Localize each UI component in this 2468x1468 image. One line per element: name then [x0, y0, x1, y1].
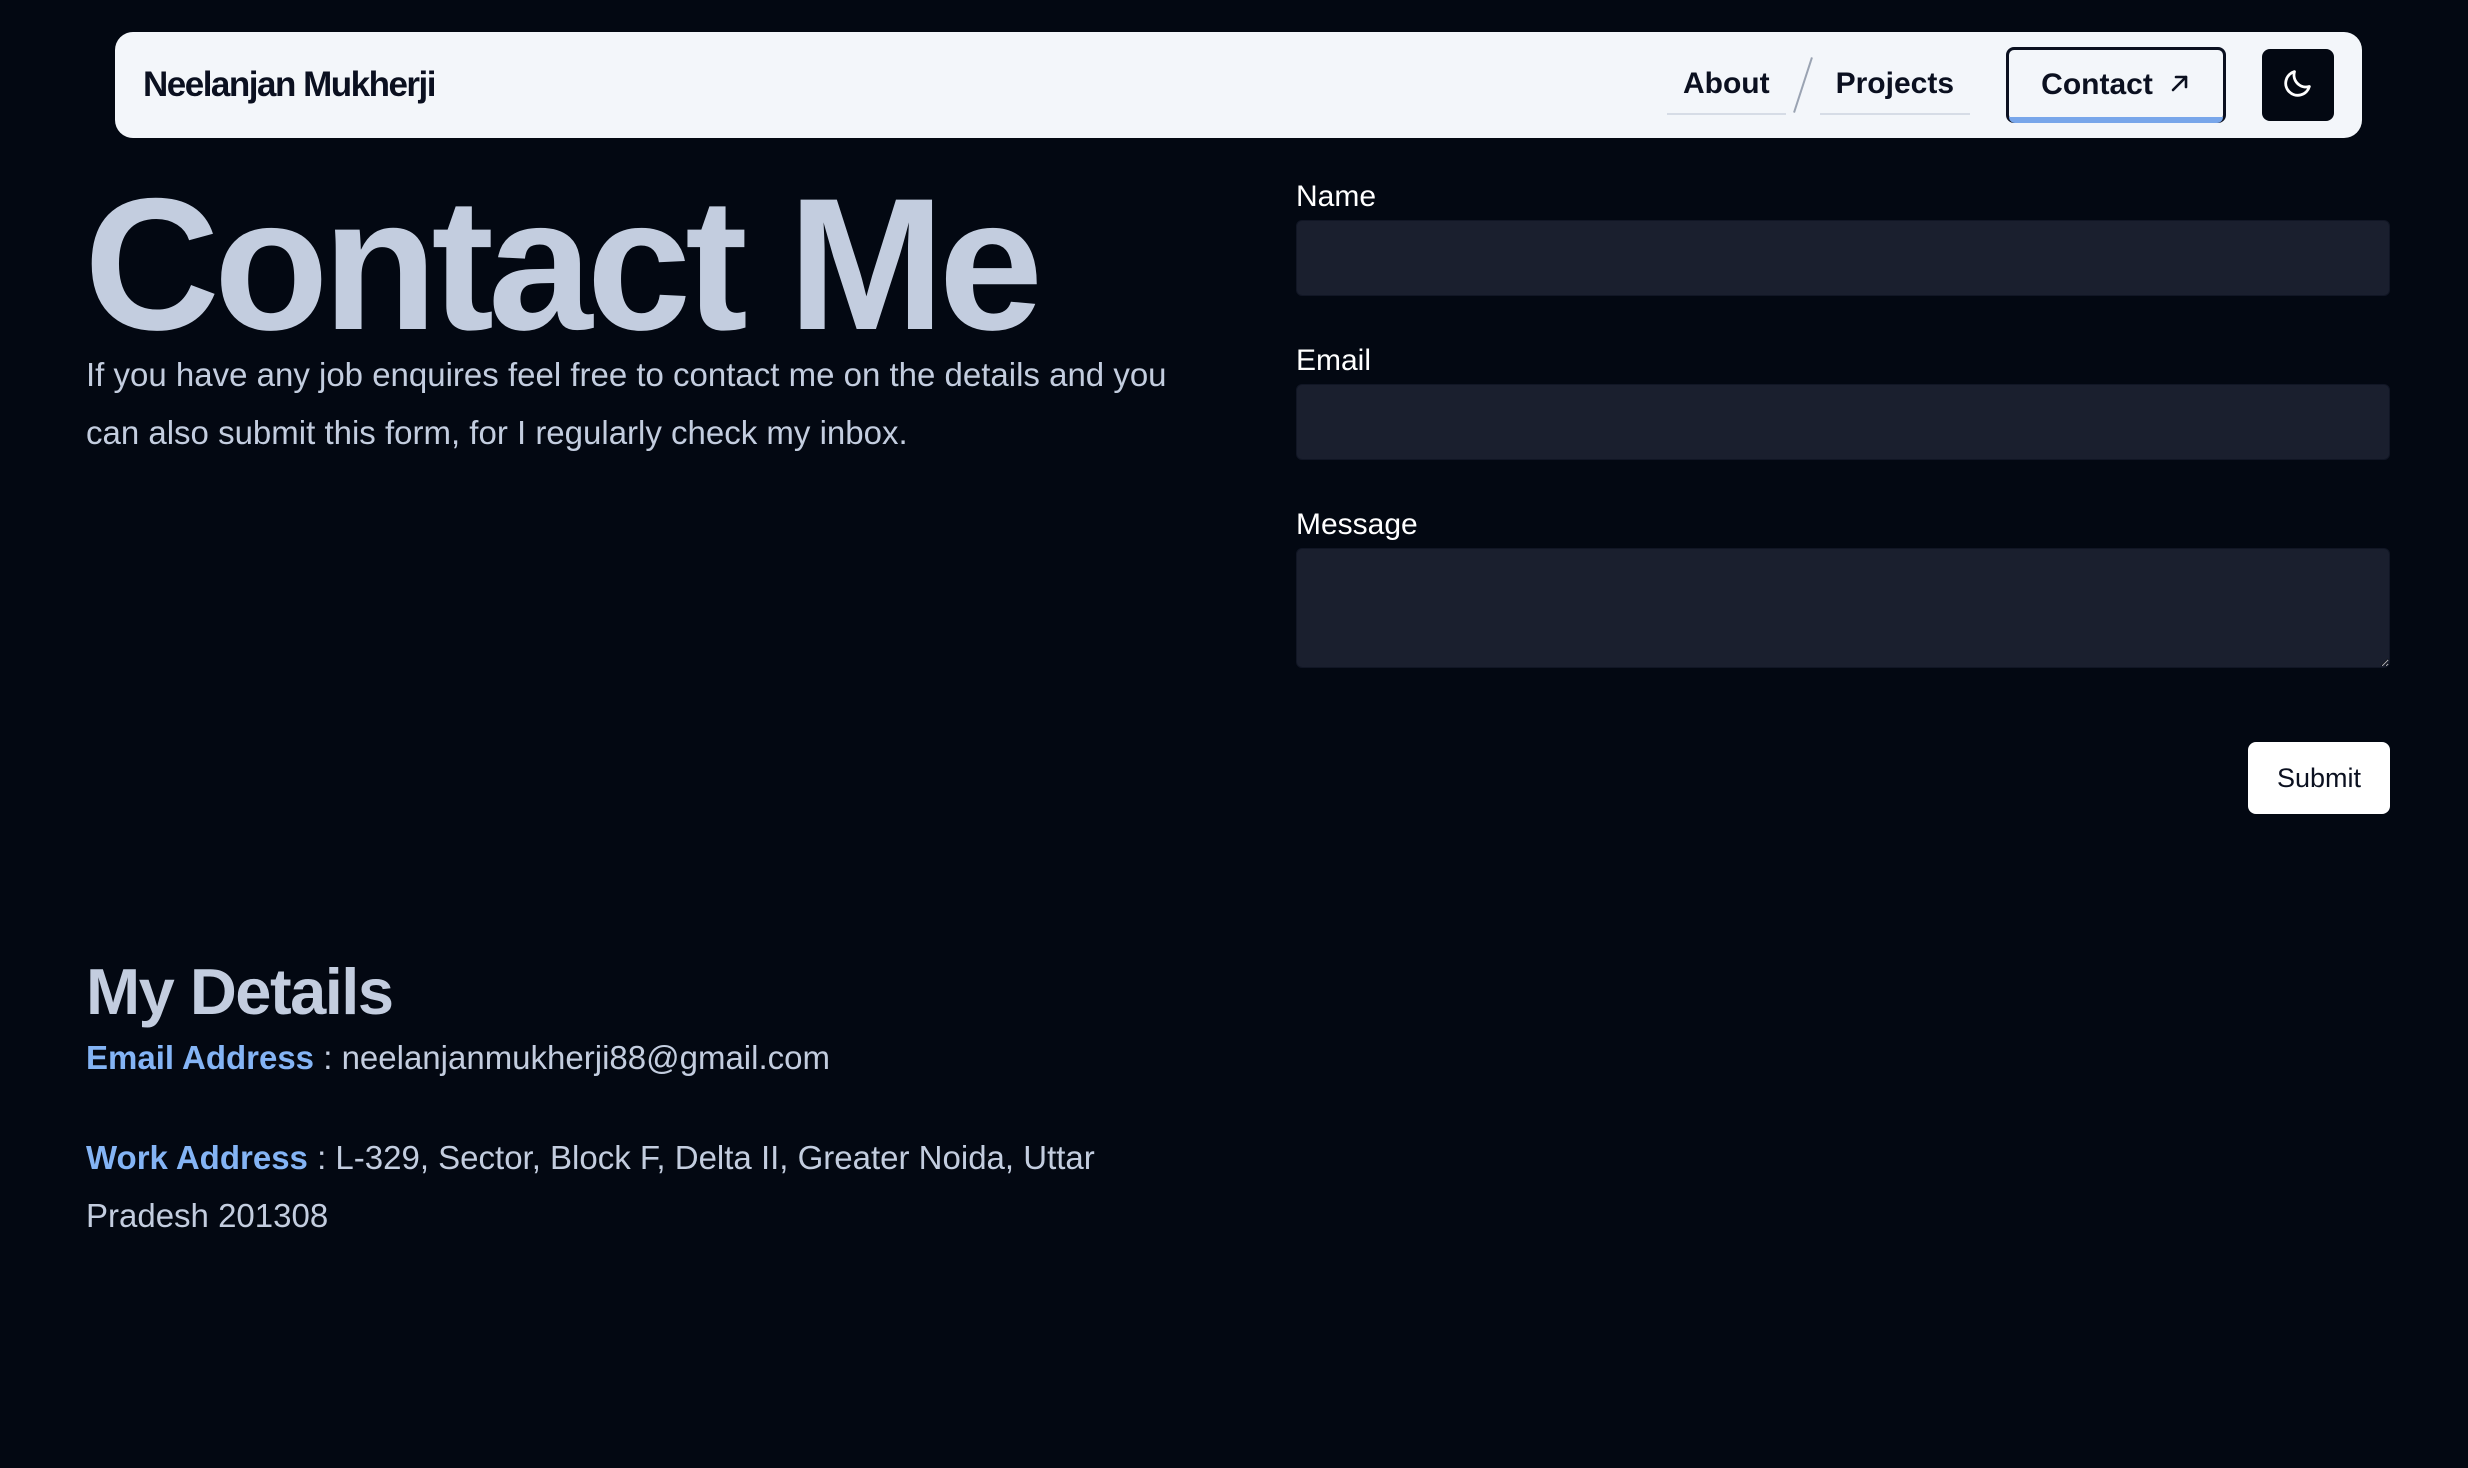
navbar: Neelanjan Mukherji About Projects Contac… — [115, 32, 2362, 138]
arrow-up-right-icon — [2169, 72, 2191, 98]
email-input[interactable] — [1296, 384, 2390, 460]
details-heading: My Details — [86, 955, 394, 1028]
name-label: Name — [1296, 180, 1377, 213]
nav-link-projects[interactable]: Projects — [1819, 55, 1970, 115]
contact-form: Name Email Message Submit — [1296, 176, 2390, 814]
name-field-group: Name — [1296, 176, 2390, 296]
email-address-key: Email Address — [86, 1039, 315, 1076]
contact-button[interactable]: Contact — [2006, 47, 2226, 123]
email-address-value[interactable]: neelanjanmukherji88@gmail.com — [342, 1039, 830, 1076]
page-title: Contact Me — [84, 159, 1043, 369]
moon-icon — [2281, 66, 2315, 105]
contact-button-label: Contact — [2041, 68, 2153, 101]
submit-button[interactable]: Submit — [2248, 742, 2390, 814]
brand-name[interactable]: Neelanjan Mukherji — [143, 65, 436, 105]
email-detail: Email Address : neelanjanmukherji88@gmai… — [86, 1029, 1186, 1087]
email-field-group: Email — [1296, 340, 2390, 460]
nav-separator — [1792, 57, 1813, 113]
name-input[interactable] — [1296, 220, 2390, 296]
message-label: Message — [1296, 508, 1418, 541]
message-field-group: Message — [1296, 504, 2390, 668]
work-address-key: Work Address — [86, 1139, 308, 1176]
work-separator: : — [307, 1139, 336, 1176]
nav-link-about[interactable]: About — [1666, 55, 1786, 115]
email-label: Email — [1296, 344, 1372, 377]
email-separator: : — [314, 1039, 342, 1076]
theme-toggle-button[interactable] — [2262, 49, 2334, 121]
message-textarea[interactable] — [1296, 548, 2390, 668]
intro-text: If you have any job enquires feel free t… — [86, 356, 1167, 451]
nav-links: About Projects Contact — [1666, 32, 2334, 138]
work-detail: Work Address : L-329, Sector, Block F, D… — [86, 1129, 1186, 1245]
